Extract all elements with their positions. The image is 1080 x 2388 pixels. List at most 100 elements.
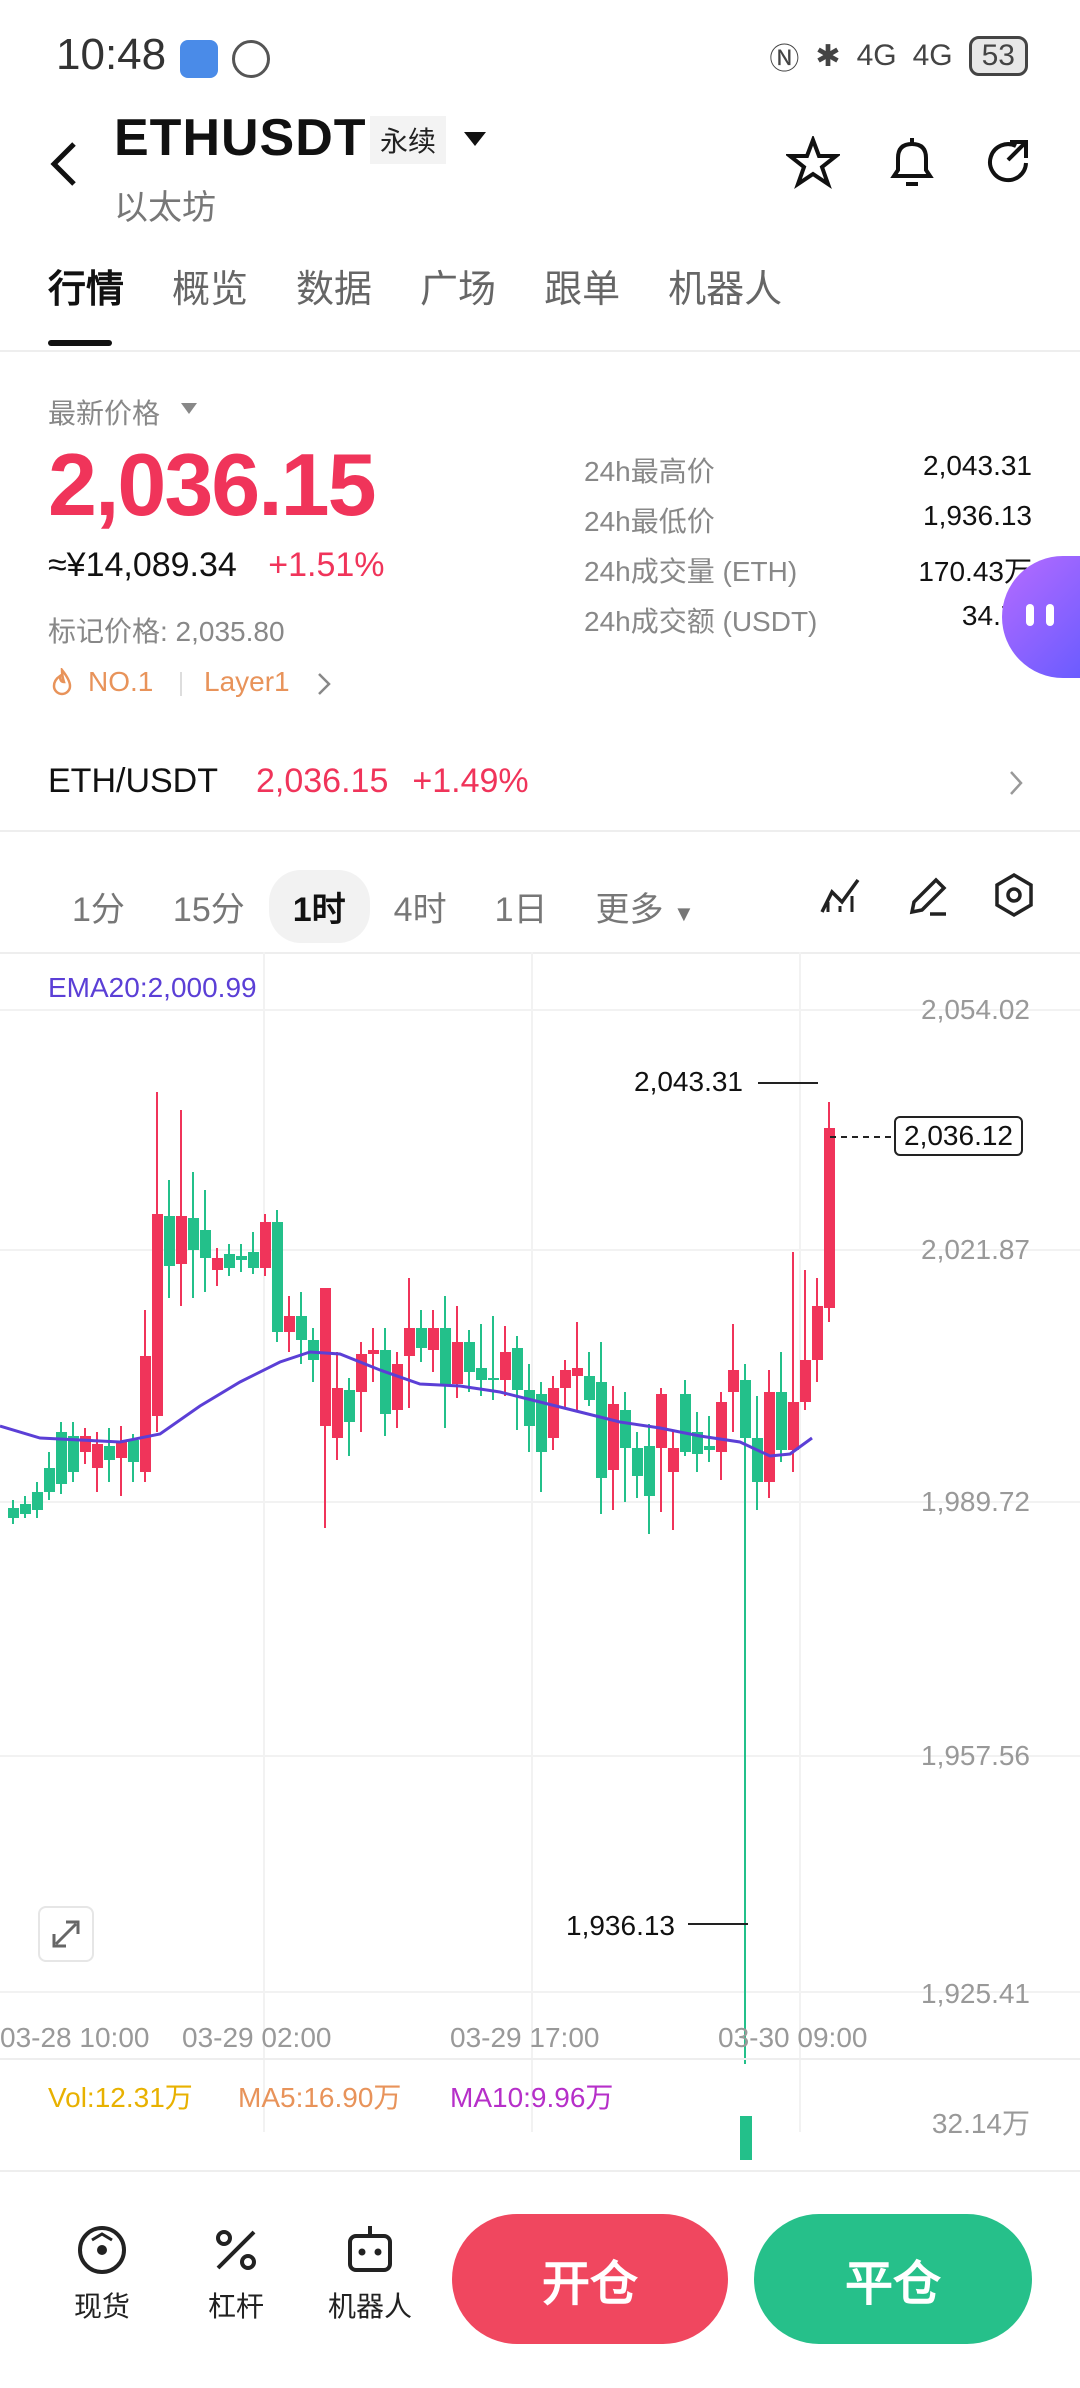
x-tick: 03-29 02:00 [182,2022,332,2053]
candle-body [212,1258,223,1270]
candle-body [8,1508,19,1518]
candle-body [656,1394,667,1448]
candle-body [176,1216,187,1264]
high-marker: 2,043.31 [634,1066,743,1097]
rank-chip[interactable]: NO.1 [88,666,153,698]
share-icon[interactable] [982,136,1036,190]
candle-body [560,1370,571,1388]
spot-shortcut[interactable]: 现货 [42,2222,162,2325]
chevron-right-icon[interactable] [316,672,332,696]
candle-body [596,1382,607,1478]
tab-bots[interactable]: 机器人 [668,258,782,313]
indicator-icon[interactable] [818,874,862,918]
divider [0,2058,1080,2060]
candle-body [572,1368,583,1376]
candle-body [200,1230,211,1258]
tab-market[interactable]: 行情 [48,258,124,313]
ma10-label: MA10:9.96万 [450,2082,614,2113]
chevron-down-icon[interactable] [462,130,488,150]
status-bar: 10:48 Ⓝ ✱ 4G 4G 53 [0,0,1080,110]
category-chip[interactable]: Layer1 [204,666,290,698]
star-icon[interactable] [786,136,840,190]
leverage-icon [216,2230,256,2270]
candle-body [668,1448,679,1472]
tab-overview[interactable]: 概览 [172,258,248,313]
leverage-shortcut[interactable]: 杠杆 [176,2222,296,2325]
candle-body [296,1316,307,1340]
candle-body [308,1340,319,1360]
divider [0,830,1080,832]
candle-body [428,1328,439,1350]
candle-body [632,1448,643,1476]
coin-name: 以太坊 [114,189,216,227]
divider [0,350,1080,352]
bottom-bar: 现货 杠杆 机器人 开仓 平仓 [0,2170,1080,2388]
candle-body [788,1402,799,1450]
contract-tag[interactable]: 永续 [370,116,447,164]
spot-change: +1.49% [412,762,529,800]
low-marker: 1,936.13 [566,1910,675,1941]
open-position-button[interactable]: 开仓 [452,2214,728,2344]
candle-body [800,1360,811,1402]
back-icon[interactable] [46,138,82,190]
interval-more[interactable]: 更多 ▼ [572,870,719,943]
candle-body [464,1342,475,1372]
volume-max: 32.14万 [931,2108,1030,2139]
settings-icon[interactable] [992,872,1036,918]
symbol-title[interactable]: ETHUSDT [114,108,367,168]
draw-icon[interactable] [906,874,950,918]
clock: 10:48 [56,30,167,79]
tab-copy-trade[interactable]: 跟单 [544,258,620,313]
y-tick: 1,925.41 [921,1978,1030,2009]
stat-low: 24h最低价 1,936.13 [584,500,1032,537]
interval-1m[interactable]: 1分 [48,870,149,943]
last-price: 2,036.15 [48,435,377,534]
candle-body [416,1328,427,1348]
bot-shortcut[interactable]: 机器人 [310,2222,430,2325]
candle-body [392,1364,403,1410]
candle-body [704,1446,715,1450]
candle-body [620,1410,631,1448]
candle-body [368,1350,379,1354]
y-tick: 2,021.87 [921,1234,1030,1265]
tab-data[interactable]: 数据 [296,258,372,313]
stat-turnover: 24h成交额 (USDT) 34.70 [584,600,1032,637]
candle-body [680,1394,691,1452]
fullscreen-button[interactable] [38,1906,94,1962]
interval-1d[interactable]: 1日 [471,870,572,943]
x-tick: 03-28 10:00 [0,2022,150,2053]
candle-body [584,1376,595,1400]
interval-4h[interactable]: 4时 [370,870,471,943]
vol-label: Vol:12.31万 [48,2082,193,2113]
candle-body [500,1352,511,1380]
candle-body [608,1404,619,1470]
candle-body [164,1216,175,1266]
signal-2: 4G [912,39,953,72]
divider [180,672,182,696]
close-position-button[interactable]: 平仓 [754,2214,1032,2344]
candle-body [80,1436,91,1452]
spot-price: 2,036.15 [256,762,389,800]
candle-body [140,1356,151,1472]
candle-body [728,1370,739,1392]
interval-1h[interactable]: 1时 [268,869,370,943]
candle-body [248,1252,259,1268]
candle-body [44,1468,55,1492]
spot-pair-row[interactable]: ETH/USDT 2,036.15 +1.49% [48,762,529,801]
chevron-down-icon[interactable] [180,402,198,416]
ma5-label: MA5:16.90万 [238,2082,402,2113]
candle-body [764,1392,775,1482]
chevron-right-icon[interactable] [1008,770,1024,796]
candle-body [812,1306,823,1360]
candle-body [152,1214,163,1416]
tab-square[interactable]: 广场 [420,258,496,313]
main-tabs: 行情 概览 数据 广场 跟单 机器人 [48,258,782,313]
candle-body [776,1392,787,1450]
fire-icon [52,668,72,696]
latest-price-label[interactable]: 最新价格 [48,392,160,432]
cny-price: ≈¥14,089.34 [48,546,237,584]
x-tick: 03-30 09:00 [718,2022,868,2053]
y-tick: 1,989.72 [921,1486,1030,1517]
bell-icon[interactable] [884,134,940,192]
interval-15m[interactable]: 15分 [149,870,269,943]
